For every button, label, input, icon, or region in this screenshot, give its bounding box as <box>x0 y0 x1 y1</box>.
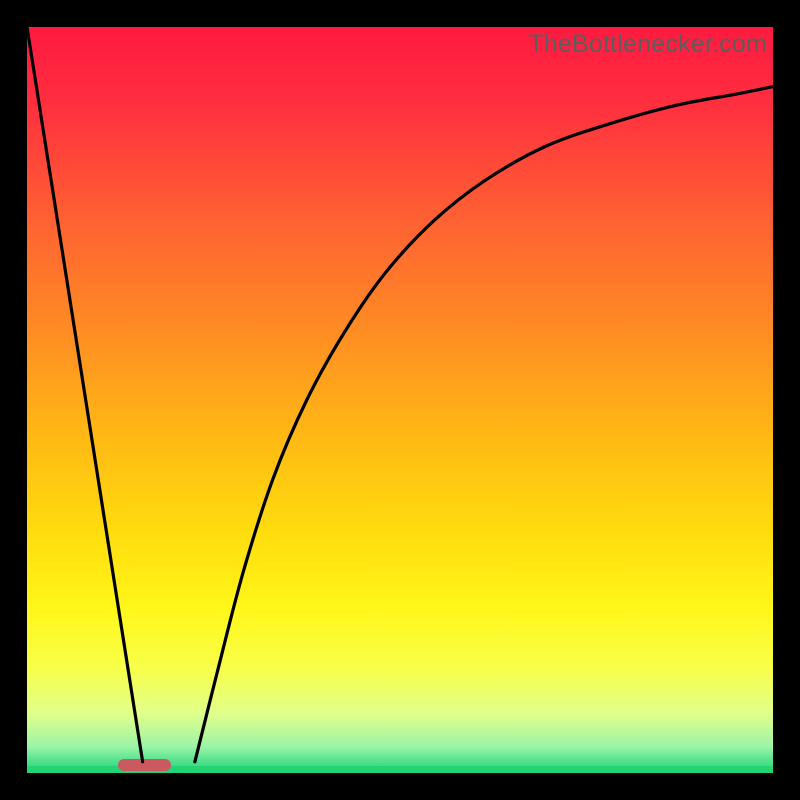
watermark-text: TheBottlenecker.com <box>528 30 767 59</box>
plot-area: TheBottlenecker.com <box>27 27 773 773</box>
bottleneck-curve <box>27 27 773 773</box>
chart-root: TheBottlenecker.com <box>0 0 800 800</box>
